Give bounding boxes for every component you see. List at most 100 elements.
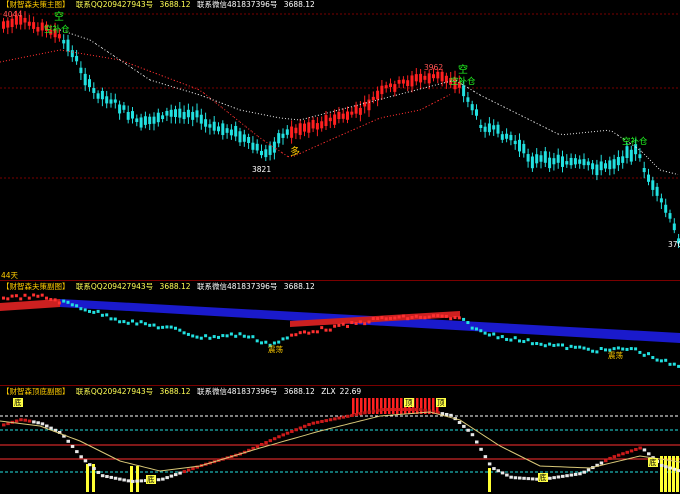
candle-body [251,142,255,150]
candle-body [337,111,341,120]
indicator-dot [23,293,27,297]
stop-line-down [71,33,79,37]
marker-di-4: 底 [648,458,658,467]
candle-body [414,74,418,82]
oscillator-block [376,408,380,412]
indicator-dot [586,347,590,351]
indicator-dot [668,362,672,366]
indicator-dot [457,316,461,320]
oscillator-block [105,475,109,479]
candle-body [75,55,79,62]
stop-line-up [419,106,427,111]
stop-line-up [161,75,169,79]
stop-line-down [161,83,169,86]
stop-line-down [293,118,301,121]
oscillator-block [100,474,105,478]
candle-body [419,73,423,83]
oscillator-block [79,455,83,459]
oscillator-block [66,439,70,443]
candle-body [586,161,590,166]
marker-ding-2: 顶 [436,398,446,407]
sub-chart-pane-2[interactable]: 【财智森顶底副图】 联系QQ209427943号 3688.12 联系微信481… [0,386,680,494]
stop-line-up [185,84,193,88]
candle-body [62,39,66,44]
stop-line-up [239,121,247,128]
oscillator-block [569,473,574,477]
indicator-dot [122,320,126,324]
candle-body [659,198,663,203]
stop-line-down [395,93,403,96]
indicator-dot [423,316,427,320]
indicator-dot [535,341,539,345]
stop-line-down [641,151,649,159]
stop-line-up [407,110,415,113]
indicator-dot [324,328,328,332]
candle-body [221,123,225,136]
stop-line-up [353,126,361,130]
indicator-dot [526,338,530,342]
indicator-dot [406,317,410,321]
signal-kong-2: 空 [458,65,468,76]
sub2-top-bottom-chart[interactable] [0,386,680,494]
indicator-dot [333,324,337,328]
candle-body [212,121,216,131]
indicator-dot [389,316,392,320]
oscillator-block [664,465,668,469]
main-candlestick-chart[interactable] [0,0,680,280]
indicator-dot [578,345,582,349]
candle-body [496,124,500,134]
top-zone-bar [384,398,387,414]
candle-body [380,85,384,95]
candle-body [66,39,70,52]
indicator-dot [208,336,212,340]
main-chart-pane[interactable]: 【财智森夫策主图】 联系QQ2094279​43号 3688.12 联系微信48… [0,0,680,280]
indicator-dot [178,328,182,332]
stop-line-up [413,109,421,112]
indicator-dot [367,320,371,324]
indicator-dot [664,358,668,362]
oscillator-block [526,477,531,481]
stop-line-down [221,102,229,106]
indicator-dot [62,299,66,303]
candle-body [578,159,582,164]
candle-body [479,124,483,128]
indicator-dot [79,307,83,311]
stop-line-down [557,133,565,136]
oscillator-block [139,479,144,483]
stop-line-down [179,88,187,92]
candle-body [199,114,203,124]
candle-body [234,125,238,137]
stop-line-up [335,134,343,138]
oscillator-block [320,419,324,423]
stop-line-down [671,172,679,175]
indicator-dot [139,320,143,324]
stop-line-up [167,77,175,81]
candle-body [500,134,504,140]
stop-line-up [437,97,445,102]
oscillator-block [530,477,535,481]
sub1-indicator-chart[interactable] [0,281,680,385]
indicator-dot [543,344,547,348]
indicator-dot [462,317,466,321]
oscillator-block [264,441,268,445]
candle-body [354,105,358,114]
oscillator-block [475,440,479,444]
indicator-dot [376,317,380,321]
indicator-dot [444,314,448,318]
sub-chart-pane-1[interactable]: 【财智森夫策副图】 联系QQ209427943号 3688.12 联系微信481… [0,281,680,385]
oscillator-block [470,433,475,437]
oscillator-block [45,424,49,428]
stop-line-up [41,51,49,55]
stop-line-down [281,117,289,120]
oscillator-block [505,473,509,477]
stop-line-up [53,49,61,52]
stop-line-down [383,96,391,99]
indicator-dot [234,334,238,338]
stop-line-down [245,110,253,113]
indicator-dot [505,337,509,341]
candle-body [470,104,474,111]
candle-body [79,67,83,74]
indicator-dot [556,343,560,347]
indicator-dot [281,337,285,341]
oscillator-block [642,448,647,452]
